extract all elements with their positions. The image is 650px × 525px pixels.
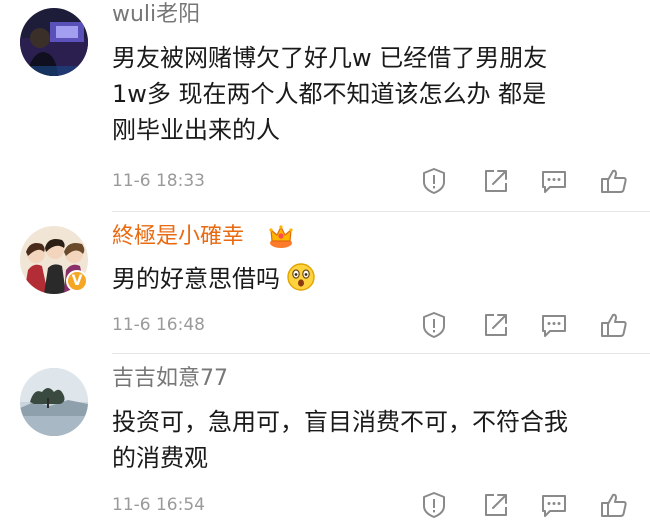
username[interactable]: 終極是小確幸 xyxy=(112,224,244,250)
like-icon[interactable] xyxy=(600,491,628,519)
comment-text-line: 刚毕业出来的人 xyxy=(112,116,280,144)
comment-text-line: 男的好意思借吗 xyxy=(112,265,280,293)
verified-badge: V xyxy=(66,270,88,292)
comment-text-line: 投资可，急用可，盲目消费不可，不符合我 xyxy=(112,408,568,436)
username[interactable]: 吉吉如意77 xyxy=(112,366,228,392)
like-icon[interactable] xyxy=(600,167,628,195)
repost-icon[interactable] xyxy=(482,167,510,195)
avatar[interactable] xyxy=(20,368,88,436)
comment-actions xyxy=(420,311,630,339)
report-icon[interactable] xyxy=(420,311,448,339)
comment-text-line: 1w多 现在两个人都不知道该怎么办 都是 xyxy=(112,80,547,108)
comment-actions xyxy=(420,491,630,519)
comment-text-line: 男的好意思借吗 xyxy=(112,261,316,302)
comment-text: 投资可，急用可，盲目消费不可，不符合我 的消费观 xyxy=(112,404,568,476)
shocked-emoji-icon xyxy=(286,262,316,302)
reply-icon[interactable] xyxy=(540,311,568,339)
report-icon[interactable] xyxy=(420,491,448,519)
timestamp: 11-6 18:33 xyxy=(112,171,205,191)
comment-text: 男的好意思借吗 xyxy=(112,261,316,302)
comment-text-line: 男友被网赌博欠了好几w 已经借了男朋友 xyxy=(112,44,548,72)
report-icon[interactable] xyxy=(420,167,448,195)
crown-icon xyxy=(268,223,294,249)
divider xyxy=(112,211,650,212)
like-icon[interactable] xyxy=(600,311,628,339)
comment-actions xyxy=(420,167,630,195)
username[interactable]: wuli老阳 xyxy=(112,2,200,28)
comment-text-line: 的消费观 xyxy=(112,444,208,472)
comment-text: 男友被网赌博欠了好几w 已经借了男朋友 1w多 现在两个人都不知道该怎么办 都是… xyxy=(112,40,547,148)
repost-icon[interactable] xyxy=(482,491,510,519)
reply-icon[interactable] xyxy=(540,491,568,519)
timestamp: 11-6 16:48 xyxy=(112,315,205,335)
repost-icon[interactable] xyxy=(482,311,510,339)
avatar[interactable] xyxy=(20,8,88,76)
divider xyxy=(112,353,650,354)
reply-icon[interactable] xyxy=(540,167,568,195)
timestamp: 11-6 16:54 xyxy=(112,495,205,515)
